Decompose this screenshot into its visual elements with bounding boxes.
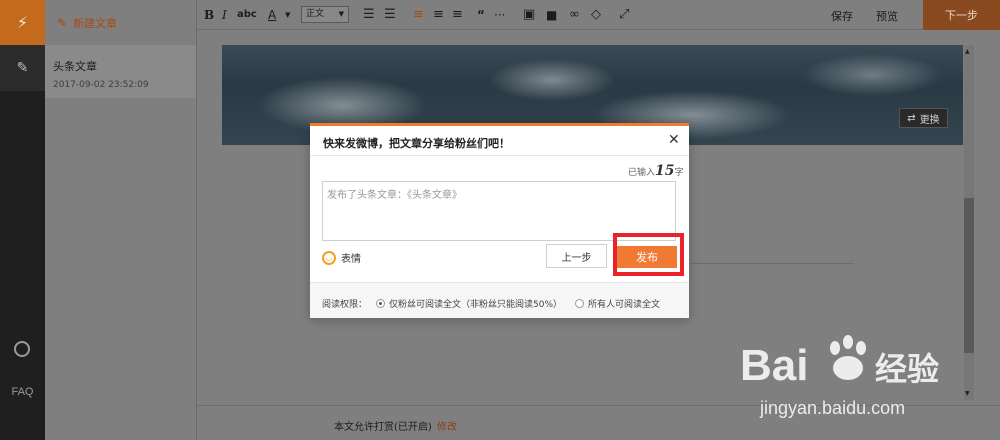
dialog-header: 快来发微博，把文章分享给粉丝们吧！ ✕ <box>310 126 689 156</box>
reward-status: 本文允许打赏(已开启) <box>334 422 432 433</box>
swap-cover-label: 更换 <box>919 114 940 126</box>
italic-icon[interactable]: I <box>222 7 227 23</box>
char-count-number: 15 <box>655 163 675 179</box>
stamp-icon[interactable] <box>14 341 30 357</box>
highlight-box <box>613 233 684 276</box>
scroll-down-icon[interactable]: ▼ <box>965 390 970 397</box>
article-time: 2017-09-02 23:52:09 <box>53 80 149 90</box>
char-count-prefix: 已输入 <box>628 168 656 178</box>
dialog-title: 快来发微博，把文章分享给粉丝们吧！ <box>323 137 510 150</box>
paragraph-select-value: 正文 <box>306 9 325 19</box>
image-icon[interactable]: ▣ <box>523 7 535 23</box>
preview-button[interactable]: 预览 <box>876 8 898 24</box>
ordered-list-icon[interactable]: ☰ <box>363 7 375 23</box>
weibo-text-input[interactable]: 发布了头条文章：《头条文章》 <box>322 181 676 241</box>
emoji-button[interactable]: ◡ 表情 <box>322 250 361 265</box>
baidu-jingyan-logo-graphic: Bai 经验 <box>740 335 939 390</box>
lightning-icon[interactable]: ⚡ <box>0 0 45 45</box>
scroll-up-icon[interactable]: ▲ <box>965 48 970 55</box>
vote-icon[interactable]: ◇ <box>591 7 601 23</box>
radio-dot <box>575 299 584 308</box>
swap-icon: ⇄ <box>907 112 916 124</box>
align-center-icon[interactable]: ≡ <box>433 7 444 23</box>
close-icon[interactable]: ✕ <box>668 132 680 148</box>
radio-fans-only[interactable]: 仅粉丝可阅读全文（非粉丝只能阅读50%） <box>376 297 562 310</box>
pencil-icon: ✎ <box>57 16 68 30</box>
smiley-icon: ◡ <box>322 250 336 265</box>
next-step-button[interactable]: 下一步 <box>923 0 1000 30</box>
svg-text:Bai: Bai <box>740 341 808 390</box>
divider-icon[interactable]: ··· <box>494 7 505 23</box>
article-title: 头条文章 <box>53 60 97 73</box>
previous-step-button[interactable]: 上一步 <box>546 244 607 268</box>
article-list-panel: ✎ 新建文章 头条文章 2017-09-02 23:52:09 <box>45 0 197 440</box>
pencil-icon[interactable]: ✎ <box>0 45 45 91</box>
char-count: 已输入15字 <box>628 163 684 179</box>
font-color-icon[interactable]: A <box>268 7 276 23</box>
unordered-list-icon[interactable]: ☰ <box>384 7 396 23</box>
permission-label: 阅读权限： <box>322 300 368 310</box>
char-count-suffix: 字 <box>674 168 684 178</box>
new-article-button[interactable]: ✎ 新建文章 <box>57 15 117 31</box>
chevron-down-icon: ▼ <box>338 10 344 18</box>
scrollbar-thumb[interactable] <box>964 198 974 353</box>
divider <box>690 263 854 264</box>
link-icon[interactable]: ∞ <box>569 7 580 23</box>
fullscreen-icon[interactable]: ⤢ <box>619 7 629 23</box>
video-icon[interactable]: ■ <box>546 7 557 23</box>
radio-everyone-label: 所有人可阅读全文 <box>588 300 661 310</box>
share-weibo-dialog: 快来发微博，把文章分享给粉丝们吧！ ✕ 已输入15字 发布了头条文章：《头条文章… <box>310 123 689 318</box>
quote-icon[interactable]: “ <box>477 7 485 23</box>
align-right-icon[interactable]: ≡ <box>452 7 463 23</box>
radio-everyone[interactable]: 所有人可阅读全文 <box>575 297 660 310</box>
radio-dot <box>376 299 385 308</box>
baidu-jingyan-logo: Bai 经验 <box>740 330 950 392</box>
emoji-label: 表情 <box>341 254 361 265</box>
svg-text:经验: 经验 <box>875 350 939 388</box>
bold-icon[interactable]: B <box>204 7 214 23</box>
strikethrough-icon[interactable]: abc <box>237 7 257 23</box>
save-button[interactable]: 保存 <box>831 8 853 24</box>
new-article-label: 新建文章 <box>73 17 118 30</box>
watermark-url: jingyan.baidu.com <box>760 398 906 418</box>
swap-cover-button[interactable]: ⇄ 更换 <box>899 108 948 128</box>
paragraph-select[interactable]: 正文 ▼ <box>301 6 349 23</box>
chevron-down-icon[interactable]: ▼ <box>285 7 290 23</box>
list-item[interactable]: 头条文章 2017-09-02 23:52:09 <box>45 45 196 98</box>
reward-edit-link[interactable]: 修改 <box>437 418 457 433</box>
radio-fans-only-label: 仅粉丝可阅读全文（非粉丝只能阅读50%） <box>389 300 563 310</box>
faq-link[interactable]: FAQ <box>0 386 45 398</box>
dialog-footer: 阅读权限： 仅粉丝可阅读全文（非粉丝只能阅读50%） 所有人可阅读全文 <box>310 282 689 318</box>
align-left-icon[interactable]: ≡ <box>413 7 424 23</box>
editor-toolbar: B I abc A ▼ 正文 ▼ ☰ ☰ ≡ ≡ ≡ “ ··· ▣ ■ ∞ ◇… <box>197 0 1000 30</box>
